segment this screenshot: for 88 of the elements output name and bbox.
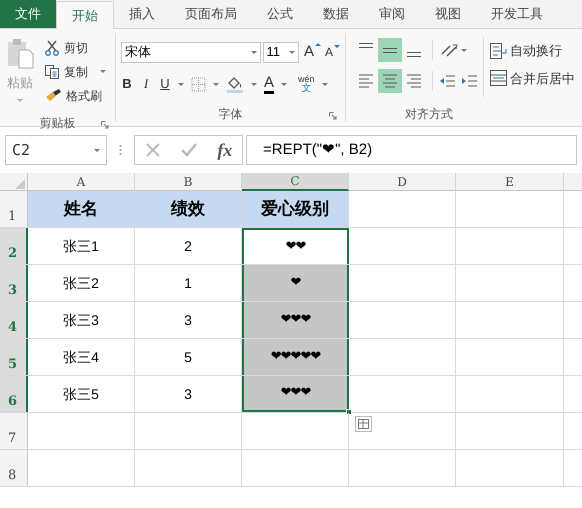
ribbon-tab[interactable]: 视图	[420, 0, 476, 28]
row-header[interactable]: 3	[0, 265, 28, 301]
align-lines-icon	[382, 72, 398, 90]
caret-icon	[17, 98, 23, 102]
fill-bucket-icon[interactable]	[226, 75, 244, 93]
ribbon-tab[interactable]: 页面布局	[170, 0, 252, 28]
caret-icon	[281, 82, 288, 86]
dialog-launcher-icon[interactable]	[101, 121, 109, 129]
clipboard-icon	[6, 37, 34, 69]
font-size-field[interactable]: 11	[262, 42, 299, 62]
column-header[interactable]: D	[349, 173, 456, 191]
table-cell[interactable]: 张三1	[28, 228, 135, 264]
middle-align-button[interactable]	[378, 38, 402, 62]
caret-icon	[213, 82, 219, 86]
row-header[interactable]: 2	[0, 228, 28, 264]
column-header[interactable]: C	[242, 173, 349, 191]
font-name-field[interactable]: 宋体	[121, 42, 261, 62]
caret-icon	[461, 48, 467, 52]
font-color-button[interactable]: A	[264, 74, 274, 94]
format-painter-button[interactable]: 格式刷	[44, 85, 106, 106]
table-cell[interactable]: 绩效	[135, 191, 242, 227]
check-icon[interactable]	[180, 142, 198, 158]
grow-font-button[interactable]: A	[304, 40, 321, 64]
center-align-button[interactable]	[378, 69, 402, 93]
formula-field[interactable]: =REPT("❤", B2)	[246, 135, 577, 165]
caret-icon	[100, 70, 106, 73]
wrap-text-button[interactable]: 自动换行	[490, 41, 575, 60]
copy-icon	[44, 64, 60, 80]
bold-button[interactable]: B	[121, 74, 133, 94]
drag-handle-icon[interactable]	[119, 144, 122, 156]
increase-indent-icon[interactable]	[461, 75, 477, 87]
italic-button[interactable]: I	[140, 74, 152, 94]
group-label: 字体	[218, 106, 242, 123]
caret-icon	[94, 148, 100, 152]
table-cell[interactable]: ❤	[242, 265, 349, 301]
table-cell[interactable]: ❤❤	[242, 228, 349, 264]
table-cell[interactable]: 姓名	[28, 191, 135, 227]
merge-cells-icon	[490, 70, 507, 86]
align-lines-icon	[358, 72, 374, 90]
caret-icon	[178, 82, 184, 86]
align-lines-icon	[383, 48, 397, 52]
row-header[interactable]: 8	[0, 450, 28, 486]
table-cell[interactable]: 张三3	[28, 302, 135, 338]
decrease-indent-icon[interactable]	[439, 75, 455, 87]
underline-button[interactable]: U	[159, 74, 171, 94]
align-lines-icon	[406, 72, 422, 90]
border-icon[interactable]	[191, 76, 206, 92]
fill-handle[interactable]	[346, 409, 352, 415]
wrap-text-icon	[490, 42, 507, 59]
caret-icon	[288, 50, 295, 54]
table-cell[interactable]: 爱心级别	[242, 191, 349, 227]
row-header[interactable]: 4	[0, 302, 28, 338]
table-cell[interactable]: 张三2	[28, 265, 135, 301]
group-label: 剪贴板	[40, 115, 76, 132]
caret-icon	[250, 50, 257, 54]
row-header[interactable]: 6	[0, 376, 28, 412]
brush-icon	[44, 88, 62, 104]
ribbon-tab[interactable]: 数据	[308, 0, 364, 28]
copy-button[interactable]: 复制	[44, 61, 106, 82]
ribbon-tab[interactable]: 审阅	[364, 0, 420, 28]
scissors-icon	[44, 40, 60, 56]
insert-function-button[interactable]: fx	[217, 136, 232, 164]
file-tab[interactable]: 文件	[0, 0, 56, 28]
align-lines-icon	[407, 52, 421, 57]
merge-center-button[interactable]: 合并后居中	[490, 68, 575, 88]
shrink-font-button[interactable]: A	[324, 43, 340, 61]
column-header[interactable]: E	[456, 173, 564, 191]
cut-button[interactable]: 剪切	[44, 37, 106, 58]
caret-icon	[251, 82, 257, 86]
caret-icon	[322, 82, 328, 86]
ribbon-tab[interactable]: 开发工具	[476, 0, 558, 28]
align-lines-icon	[359, 43, 373, 48]
row-header[interactable]: 5	[0, 339, 28, 375]
row-header[interactable]: 1	[0, 191, 28, 227]
row-header[interactable]: 7	[0, 413, 28, 449]
quick-analysis-icon[interactable]	[355, 416, 372, 432]
orientation-icon[interactable]	[439, 42, 459, 58]
ribbon-tab[interactable]: 开始	[56, 1, 114, 29]
table-cell[interactable]: ❤❤❤	[242, 302, 349, 338]
ribbon-tab[interactable]: 插入	[114, 0, 170, 28]
group-label: 对齐方式	[405, 106, 453, 123]
ribbon-tab[interactable]: 公式	[252, 0, 308, 28]
name-box[interactable]: C2	[5, 135, 107, 165]
table-cell[interactable]: ❤❤❤❤❤	[242, 339, 349, 375]
table-cell[interactable]: 张三5	[28, 376, 135, 412]
table-cell[interactable]: 张三4	[28, 339, 135, 375]
phonetic-button[interactable]: wén 文	[298, 74, 315, 94]
dialog-launcher-icon[interactable]	[329, 112, 337, 120]
